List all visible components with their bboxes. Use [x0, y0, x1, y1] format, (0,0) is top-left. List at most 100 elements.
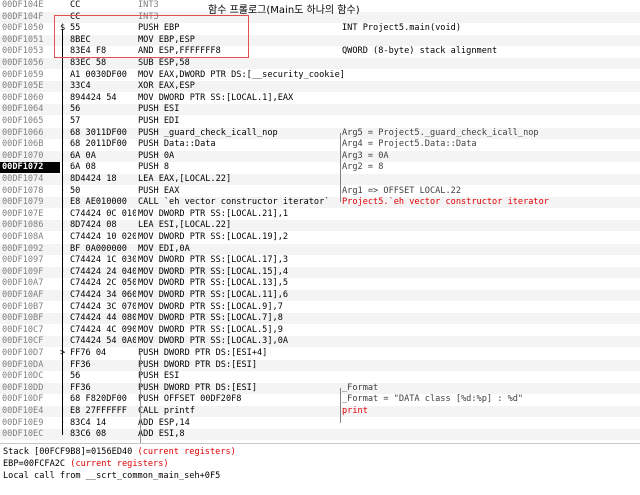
row-address[interactable]: 00DF1056 [2, 58, 58, 69]
row-instruction: CALL printf [138, 406, 195, 416]
row-address[interactable]: 00DF108A [2, 232, 58, 243]
disasm-row[interactable]: 00DF1074·8D4424 18LEA EAX,[LOCAL.22] [0, 174, 640, 185]
row-instruction: PUSH ESI [138, 371, 180, 382]
stack-info-text: Stack [00FCF9B8]=0156ED40 [3, 447, 138, 457]
row-address[interactable]: 00DF10DF [2, 394, 58, 405]
disasm-row[interactable]: 00DF1086·8D7424 08LEA ESI,[LOCAL.22] [0, 220, 640, 232]
row-instruction: ADD ESI,8 [138, 429, 185, 440]
row-address[interactable]: 00DF105E [2, 81, 58, 92]
disasm-row[interactable]: 00DF10A7·C74424 2C 050MOV DWORD PTR SS:[… [0, 278, 640, 289]
row-address[interactable]: 00DF1050 [2, 23, 58, 34]
row-address[interactable]: 00DF10EC [2, 429, 58, 440]
row-address[interactable]: 00DF10BF [2, 313, 58, 324]
ebp-info-note: (current registers) [70, 459, 169, 469]
row-comment [342, 0, 638, 11]
row-comment: print [342, 406, 368, 416]
disasm-row[interactable]: 00DF10E4·E8 27FFFFFFCALL printfprint [0, 406, 640, 417]
disasm-row[interactable]: 00DF10E9·83C4 14ADD ESP,14 [0, 418, 640, 429]
disasm-row[interactable]: 00DF1066·68 3011DF00PUSH _guard_check_ic… [0, 127, 640, 139]
row-comment [342, 244, 638, 255]
row-comment [342, 429, 638, 440]
row-address[interactable]: 00DF106B [2, 139, 58, 150]
disasm-row[interactable]: 00DF1072·6A 08PUSH 8Arg2 = 8 [0, 162, 640, 174]
disasm-row[interactable]: 00DF1060·894424 54MOV DWORD PTR SS:[LOCA… [0, 93, 640, 104]
row-address[interactable]: 00DF1051 [2, 35, 58, 46]
disasm-row[interactable]: 00DF1064·56PUSH ESI [0, 104, 640, 116]
row-instruction: XOR EAX,ESP [138, 81, 195, 92]
disasm-row[interactable]: 00DF108A·C74424 10 020MOV DWORD PTR SS:[… [0, 232, 640, 243]
row-address[interactable]: 00DF1053 [2, 46, 58, 57]
row-address[interactable]: 00DF10E4 [2, 406, 58, 417]
row-instruction: PUSH _guard_check_icall_nop [138, 127, 278, 138]
disasm-row[interactable]: 00DF10EC·83C6 08ADD ESI,8 [0, 429, 640, 441]
row-address[interactable]: 00DF10CF [2, 336, 58, 347]
row-address[interactable]: 00DF1097 [2, 255, 58, 266]
disasm-row[interactable]: 00DF109F·C74424 24 040MOV DWORD PTR SS:[… [0, 266, 640, 278]
row-address[interactable]: 00DF10DC [2, 371, 58, 382]
row-address[interactable]: 00DF109F [2, 267, 58, 278]
row-address[interactable]: 00DF1066 [2, 128, 58, 139]
disasm-row[interactable]: 00DF1092·BF 0A000000MOV EDI,0A [0, 243, 640, 255]
row-comment [342, 325, 638, 336]
row-bytes: C74424 34 060 [70, 290, 136, 300]
disasm-row[interactable]: 00DF10C7·C74424 4C 090MOV DWORD PTR SS:[… [0, 325, 640, 336]
row-bytes: 56 [70, 104, 81, 115]
disasm-row[interactable]: 00DF10B7·C74424 3C 070MOV DWORD PTR SS:[… [0, 302, 640, 313]
row-address[interactable]: 00DF10DD [2, 383, 58, 394]
row-instruction: MOV DWORD PTR SS:[LOCAL.11],6 [138, 290, 289, 300]
disasm-row[interactable]: 00DF1070·6A 0APUSH 0AArg3 = 0A [0, 150, 640, 162]
prologue-highlight-box [54, 15, 249, 58]
row-address[interactable]: 00DF1072 [0, 162, 60, 174]
row-address[interactable]: 00DF10A7 [2, 278, 58, 289]
row-instruction: PUSH DWORD PTR DS:[ESI+4] [138, 348, 268, 358]
row-bytes: C74424 2C 050 [70, 278, 136, 289]
row-bytes: 33C4 [70, 81, 91, 92]
row-address[interactable]: 00DF10B7 [2, 302, 58, 313]
disasm-row[interactable]: 00DF1097·C74424 1C 030MOV DWORD PTR SS:[… [0, 255, 640, 266]
disassembly-pane[interactable]: 00DF104E CC INT3 00DF104F CC INT3 00DF1050 $55 P… [0, 0, 640, 443]
disasm-row[interactable]: 00DF107E·C74424 0C 010MOV DWORD PTR SS:[… [0, 209, 640, 220]
row-address[interactable]: 00DF10C7 [2, 325, 58, 336]
row-comment [342, 255, 638, 266]
row-address[interactable]: 00DF107E [2, 209, 58, 220]
row-bytes: C74424 0C 010 [70, 208, 136, 219]
disasm-row[interactable]: 00DF10DD·FF36PUSH DWORD PTR DS:[ESI]_For… [0, 382, 640, 394]
row-address[interactable]: 00DF104F [2, 12, 58, 23]
disasm-row[interactable]: 00DF10DA·FF36PUSH DWORD PTR DS:[ESI] [0, 359, 640, 371]
row-address[interactable]: 00DF1059 [2, 70, 58, 81]
disasm-row[interactable]: 00DF1056·83EC 58SUB ESP,58 [0, 58, 640, 69]
row-address[interactable]: 00DF104E [2, 0, 58, 11]
row-address[interactable]: 00DF1079 [2, 197, 58, 208]
row-address[interactable]: 00DF1078 [2, 186, 58, 197]
row-address[interactable]: 00DF1074 [2, 174, 58, 185]
row-address[interactable]: 00DF10DA [2, 360, 58, 371]
disasm-row[interactable]: 00DF105E·33C4XOR EAX,ESP [0, 81, 640, 93]
row-comment [342, 104, 638, 115]
row-address[interactable]: 00DF10E9 [2, 418, 58, 429]
disasm-row[interactable]: 00DF10D7>FF76 04PUSH DWORD PTR DS:[ESI+4… [0, 348, 640, 359]
disasm-row[interactable]: 00DF10DF·68 F820DF00PUSH OFFSET 00DF20F8… [0, 394, 640, 405]
disasm-row[interactable]: 00DF10CF·C74424 54 0A0MOV DWORD PTR SS:[… [0, 336, 640, 348]
row-bytes: 56 [70, 371, 81, 382]
disasm-row[interactable]: 00DF106B·68 2011DF00PUSH Data::DataArg4 … [0, 139, 640, 150]
row-address[interactable]: 00DF1064 [2, 104, 58, 115]
disasm-row[interactable]: 00DF1059·A1 0030DF00MOV EAX,DWORD PTR DS… [0, 70, 640, 81]
disasm-row[interactable]: 00DF1078·50PUSH EAXArg1 => OFFSET LOCAL.… [0, 186, 640, 197]
row-address[interactable]: 00DF1065 [2, 116, 58, 127]
row-address[interactable]: 00DF10AF [2, 290, 58, 301]
row-address[interactable]: 00DF1060 [2, 93, 58, 104]
disasm-row[interactable]: 00DF10BF·C74424 44 080MOV DWORD PTR SS:[… [0, 313, 640, 325]
disasm-row[interactable]: 00DF1065·57PUSH EDI [0, 116, 640, 127]
disasm-row[interactable]: 00DF10DC·56PUSH ESI [0, 371, 640, 382]
row-comment [342, 267, 638, 278]
row-comment: Arg3 = 0A [342, 150, 389, 161]
stack-info-note: (current registers) [137, 447, 236, 457]
row-address[interactable]: 00DF1070 [2, 151, 58, 162]
disasm-row[interactable]: 00DF1079·E8 AE010000CALL `eh vector cons… [0, 197, 640, 209]
disasm-row[interactable]: 00DF10AF·C74424 34 060MOV DWORD PTR SS:[… [0, 290, 640, 301]
row-address[interactable]: 00DF10D7 [2, 348, 58, 359]
row-comment [342, 348, 638, 359]
row-address[interactable]: 00DF1092 [2, 244, 58, 255]
row-address[interactable]: 00DF1086 [2, 220, 58, 231]
row-instruction: PUSH ESI [138, 104, 180, 115]
